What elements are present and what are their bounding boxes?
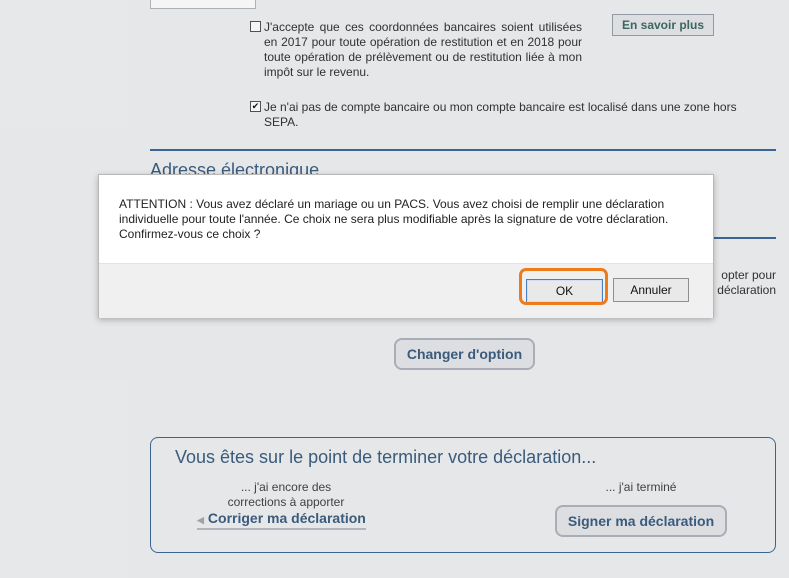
dialog-message: ATTENTION : Vous avez déclaré un mariage… — [119, 197, 699, 242]
cancel-button[interactable]: Annuler — [613, 278, 689, 302]
dialog-message-line-3: Confirmez-vous ce choix ? — [119, 227, 261, 241]
dialog-message-line-1: ATTENTION : Vous avez déclaré un mariage… — [119, 197, 665, 211]
ok-button-highlight — [519, 268, 608, 305]
confirm-dialog: ATTENTION : Vous avez déclaré un mariage… — [98, 174, 714, 318]
dialog-message-line-2: individuelle pour toute l'année. Ce choi… — [119, 212, 669, 226]
dialog-footer: OK Annuler — [99, 263, 713, 318]
